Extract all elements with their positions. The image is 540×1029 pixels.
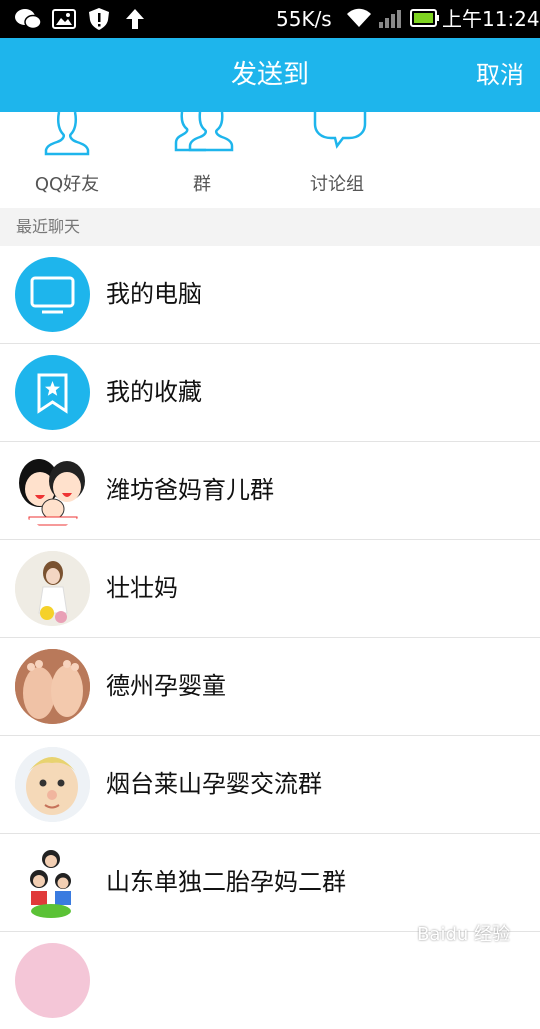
cartoon-family-avatar — [15, 453, 90, 528]
list-item[interactable]: 我的收藏 — [0, 344, 540, 442]
chat-name: 我的收藏 — [106, 378, 202, 406]
recent-chat-list: 我的电脑 我的收藏 潍坊爸妈育儿群 壮壮妈 德州孕婴童 烟台莱山孕婴交流群 山东… — [0, 246, 540, 1029]
list-item[interactable]: 潍坊爸妈育儿群 — [0, 442, 540, 540]
section-title: 最近聊天 — [16, 217, 81, 236]
partial-avatar — [15, 943, 90, 1018]
bookmark-star-icon — [15, 355, 90, 430]
battery-icon — [410, 7, 440, 33]
shield-icon — [88, 7, 110, 35]
title-bar: 发送到 取消 — [0, 38, 540, 112]
signal-icon — [378, 7, 402, 33]
cancel-button[interactable]: 取消 — [476, 38, 524, 112]
family-photo-avatar — [15, 845, 90, 920]
clock: 上午11:24 — [442, 7, 540, 31]
list-item[interactable]: 德州孕婴童 — [0, 638, 540, 736]
baby-feet-avatar — [15, 649, 90, 724]
wechat-icon — [14, 7, 42, 35]
section-header-recent: 最近聊天 — [0, 208, 540, 246]
image-icon — [52, 7, 76, 35]
category-row: QQ好友 群 讨论组 — [0, 112, 540, 208]
upload-arrow-icon — [124, 7, 146, 35]
list-item[interactable]: 壮壮妈 — [0, 540, 540, 638]
list-item[interactable]: 我的电脑 — [0, 246, 540, 344]
qq-friends-button[interactable]: QQ好友 — [7, 112, 127, 208]
chat-name: 德州孕婴童 — [106, 672, 226, 700]
list-item[interactable]: 山东单独二胎孕妈二群 — [0, 834, 540, 932]
category-label: 讨论组 — [310, 174, 364, 195]
category-label: 群 — [193, 174, 211, 195]
person-icon — [44, 112, 90, 156]
chat-name: 壮壮妈 — [106, 574, 178, 602]
doll-avatar — [15, 747, 90, 822]
group-icon — [174, 112, 234, 152]
chat-name: 山东单独二胎孕妈二群 — [106, 868, 346, 896]
chat-name: 潍坊爸妈育儿群 — [106, 476, 274, 504]
network-speed: 55K/s — [276, 7, 332, 31]
discussion-groups-button[interactable]: 讨论组 — [277, 112, 397, 208]
list-item[interactable]: 烟台莱山孕婴交流群 — [0, 736, 540, 834]
list-item[interactable] — [0, 932, 540, 1029]
status-bar: 55K/s 上午11:24 — [0, 0, 540, 38]
page-title: 发送到 — [230, 60, 309, 90]
chat-name: 我的电脑 — [106, 280, 202, 308]
groups-button[interactable]: 群 — [142, 112, 262, 208]
watermark: Baidu 经验 — [417, 924, 510, 945]
chat-name: 烟台莱山孕婴交流群 — [106, 770, 322, 798]
wifi-icon — [346, 7, 372, 33]
photo-avatar — [15, 551, 90, 626]
category-label: QQ好友 — [34, 174, 100, 195]
computer-icon — [15, 257, 90, 332]
discussion-icon — [313, 112, 367, 149]
